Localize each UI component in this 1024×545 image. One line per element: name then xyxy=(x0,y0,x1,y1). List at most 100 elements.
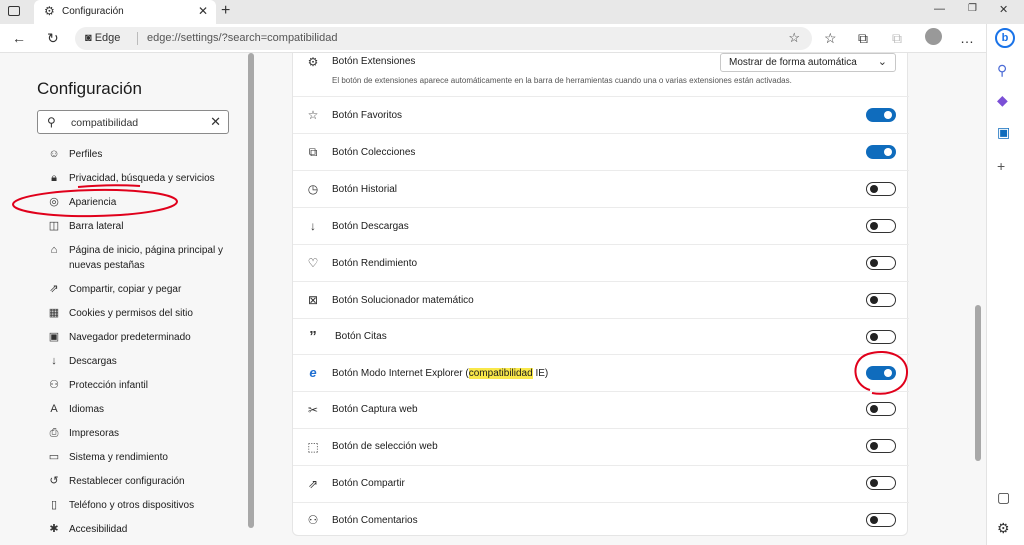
modo-ie-label: Botón Modo Internet Explorer (compatibil… xyxy=(332,368,549,379)
reset-icon: ↺ xyxy=(49,475,59,487)
download-icon: ↓ xyxy=(51,355,57,367)
row-citas: ” Botón Citas xyxy=(293,318,909,354)
refresh-icon[interactable]: ↻ xyxy=(47,30,59,47)
row-solucionador: ⊠ Botón Solucionador matemático xyxy=(293,281,909,318)
quote-icon: ” xyxy=(309,328,317,345)
palette-icon: ◎ xyxy=(49,196,59,208)
accessibility-icon: ✱ xyxy=(49,523,59,535)
edge-sidebar: b ⚲ ◆ ▣ + ▢ ⚙ xyxy=(986,24,1024,545)
feedback-icon: ⚇ xyxy=(307,513,319,527)
bing-icon[interactable]: b xyxy=(995,28,1015,48)
tab-title: Configuración xyxy=(62,6,124,17)
sidebar-settings-icon[interactable]: ⚙ xyxy=(997,520,1010,537)
settings-main: ⚙ Botón Extensiones El botón de extensio… xyxy=(256,53,986,545)
home-icon: ⌂ xyxy=(50,244,58,256)
close-window-icon[interactable]: ✕ xyxy=(999,3,1008,16)
toggle-comentarios[interactable] xyxy=(866,513,896,527)
avatar[interactable] xyxy=(925,28,942,45)
lock-icon: 🔒︎ xyxy=(51,172,57,184)
row-extensiones: ⚙ Botón Extensiones El botón de extensio… xyxy=(293,53,909,96)
share-icon: ⇗ xyxy=(307,477,319,491)
family-icon: ⚇ xyxy=(49,379,59,391)
gear-icon: ⚙ xyxy=(44,4,55,18)
cookie-icon: ▦ xyxy=(48,307,60,319)
tools-icon[interactable]: ◆ xyxy=(997,92,1008,109)
search-icon[interactable]: ⚲ xyxy=(997,62,1007,79)
address-separator xyxy=(137,32,138,45)
address-url: edge://settings/?search=compatibilidad xyxy=(147,32,338,44)
minimize-icon[interactable]: — xyxy=(934,3,945,15)
browser-icon: ▣ xyxy=(48,331,60,343)
row-rendimiento: ♡ Botón Rendimiento xyxy=(293,244,909,281)
toolbar: ← ↻ ◙ Edge edge://settings/?search=compa… xyxy=(0,24,1024,53)
toggle-seleccion-web[interactable] xyxy=(866,439,896,453)
toggle-captura-web[interactable] xyxy=(866,402,896,416)
row-colecciones: ⧉ Botón Colecciones xyxy=(293,133,909,170)
extensions-visibility-select[interactable]: Mostrar de forma automática ⌄ xyxy=(720,53,896,72)
phone-icon: ▯ xyxy=(50,499,58,511)
close-tab-icon[interactable]: ✕ xyxy=(198,4,208,18)
add-sidebar-icon[interactable]: + xyxy=(997,158,1005,174)
toggle-historial[interactable] xyxy=(866,182,896,196)
nav-scrollbar[interactable] xyxy=(248,53,254,528)
clear-search-icon[interactable]: ✕ xyxy=(210,114,221,130)
title-bar: ⚙ Configuración ✕ + — ❐ ✕ xyxy=(0,0,1024,24)
address-bar[interactable]: ◙ Edge edge://settings/?search=compatibi… xyxy=(75,27,812,50)
toggle-descargas[interactable] xyxy=(866,219,896,233)
collections-icon: ⧉ xyxy=(308,145,318,159)
row-historial: ◷ Botón Historial xyxy=(293,170,909,207)
chevron-down-icon: ⌄ xyxy=(877,56,887,68)
sidebar-icon: ◫ xyxy=(48,220,60,232)
toggle-colecciones[interactable] xyxy=(866,145,896,159)
sidebar-toggle-icon[interactable]: ▢ xyxy=(997,489,1010,506)
page-title: Configuración xyxy=(37,79,142,98)
ie-icon: e xyxy=(309,365,317,380)
row-favoritos: ☆ Botón Favoritos xyxy=(293,96,909,133)
edge-brand: ◙ Edge xyxy=(85,32,121,44)
favorites-star-icon[interactable]: ☆ xyxy=(824,30,837,47)
toggle-solucionador[interactable] xyxy=(866,293,896,307)
edge-logo-icon: ◙ xyxy=(85,32,92,44)
row-seleccion-web: ⬚ Botón de selección web xyxy=(293,428,909,465)
language-icon: A xyxy=(50,403,58,415)
favorites-icon: ☆ xyxy=(307,108,319,122)
toggle-favoritos[interactable] xyxy=(866,108,896,122)
download-icon: ↓ xyxy=(310,219,316,233)
settings-nav: Configuración ⚲ compatibilidad ✕ ☺ Perfil… xyxy=(0,53,256,545)
toggle-rendimiento[interactable] xyxy=(866,256,896,270)
read-aloud-favorite-icon[interactable]: ☆ xyxy=(788,30,800,46)
math-icon: ⊠ xyxy=(307,293,319,307)
extensions-icon[interactable]: ⧉ xyxy=(892,30,902,47)
settings-search-input[interactable]: ⚲ compatibilidad ✕ xyxy=(37,110,229,134)
system-icon: ▭ xyxy=(48,451,60,463)
row-modo-ie: e Botón Modo Internet Explorer (compatib… xyxy=(293,354,909,391)
share-icon: ⇗ xyxy=(49,283,59,295)
printer-icon: ⎙ xyxy=(49,427,59,439)
extensions-description: El botón de extensiones aparece automáti… xyxy=(332,76,792,85)
profile-icon: ☺ xyxy=(48,148,60,160)
performance-icon: ♡ xyxy=(307,256,319,270)
search-icon: ⚲ xyxy=(47,115,56,129)
row-comentarios: ⚇ Botón Comentarios xyxy=(293,502,909,536)
select-icon: ⬚ xyxy=(307,440,319,454)
row-compartir: ⇗ Botón Compartir xyxy=(293,465,909,502)
main-scrollbar[interactable] xyxy=(975,305,981,461)
more-menu-icon[interactable]: … xyxy=(960,30,974,46)
browser-tab[interactable]: ⚙ Configuración ✕ xyxy=(34,0,216,24)
tab-actions-icon[interactable] xyxy=(8,4,26,20)
search-value: compatibilidad xyxy=(71,117,139,129)
back-icon[interactable]: ← xyxy=(12,30,26,46)
extensions-icon: ⚙ xyxy=(307,55,319,69)
row-captura-web: ✂ Botón Captura web xyxy=(293,391,909,428)
outlook-icon[interactable]: ▣ xyxy=(997,124,1010,141)
row-descargas: ↓ Botón Descargas xyxy=(293,207,909,244)
toolbar-buttons-card: ⚙ Botón Extensiones El botón de extensio… xyxy=(292,53,909,536)
capture-icon: ✂ xyxy=(307,403,319,417)
toggle-citas[interactable] xyxy=(866,330,896,344)
split-screen-icon[interactable]: ⧉ xyxy=(858,30,868,47)
toggle-compartir[interactable] xyxy=(866,476,896,490)
new-tab-icon[interactable]: + xyxy=(221,2,230,20)
toggle-modo-ie[interactable] xyxy=(866,366,896,380)
restore-icon[interactable]: ❐ xyxy=(968,3,977,14)
history-icon: ◷ xyxy=(307,182,319,196)
